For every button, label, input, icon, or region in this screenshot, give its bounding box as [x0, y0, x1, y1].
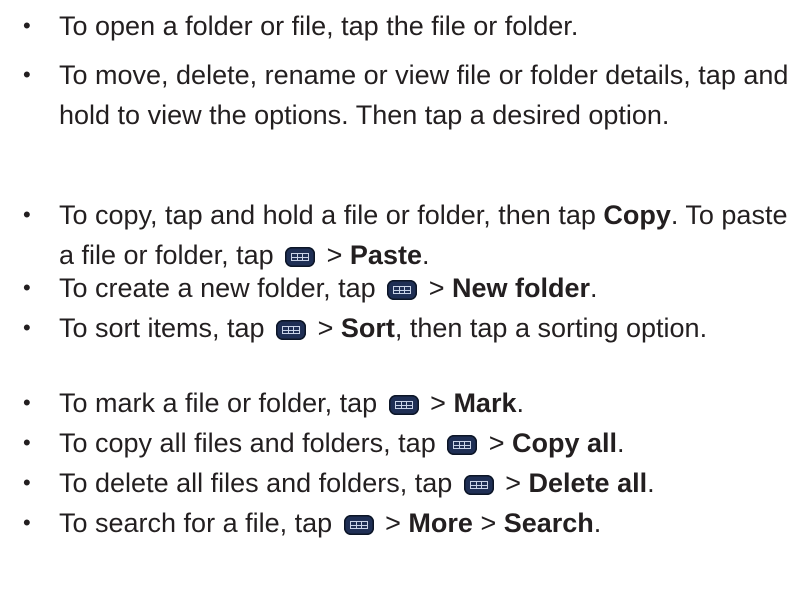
menu-option-label: Copy: [603, 200, 671, 230]
bullet: •: [23, 510, 31, 535]
list-item: • To search for a file, tap > More > Sear…: [0, 503, 792, 543]
text-segment: >: [497, 468, 529, 498]
menu-icon: [343, 515, 374, 535]
text-segment: , then tap a sorting option.: [394, 313, 708, 343]
menu-option-label: Mark: [453, 388, 517, 418]
menu-option-label: Paste: [349, 240, 422, 270]
text-segment: To mark a file or folder, tap: [59, 388, 385, 418]
text-segment: To open a folder or file, tap the file o…: [59, 11, 579, 41]
list-item-text: To search for a file, tap > More > Searc…: [59, 508, 601, 538]
text-segment: To delete all files and folders, tap: [59, 468, 460, 498]
bullet: •: [23, 62, 31, 87]
menu-option-label: More: [408, 508, 473, 538]
bullet: •: [23, 470, 31, 495]
text-segment: .: [516, 388, 524, 418]
list-item-text: To sort items, tap > Sort, then tap a so…: [59, 313, 707, 343]
list-item: • To mark a file or folder, tap > Mark.: [0, 383, 792, 423]
menu-icon: [388, 395, 419, 415]
menu-icon: [387, 280, 418, 300]
menu-option-label: Copy all: [512, 428, 618, 458]
bullet: •: [23, 430, 31, 455]
bullet: •: [23, 390, 31, 415]
menu-icon: [463, 475, 494, 495]
text-segment: To sort items, tap: [59, 313, 273, 343]
list-item: • To copy all files and folders, tap > Co…: [0, 423, 792, 463]
list-item-text: To copy, tap and hold a file or folder, …: [59, 200, 787, 270]
text-segment: >: [472, 508, 504, 538]
menu-icon: [285, 247, 316, 267]
menu-option-label: Search: [503, 508, 594, 538]
menu-icon: [276, 320, 307, 340]
list-item: • To delete all files and folders, tap > …: [0, 463, 792, 503]
text-segment: >: [377, 508, 409, 538]
bullet: •: [23, 315, 31, 340]
text-segment: .: [590, 273, 598, 303]
bullet: •: [23, 13, 31, 38]
bullet: •: [23, 275, 31, 300]
text-segment: To search for a file, tap: [59, 508, 340, 538]
text-segment: To move, delete, rename or view file or …: [59, 60, 789, 130]
text-segment: .: [647, 468, 655, 498]
text-segment: To copy, tap and hold a file or folder, …: [59, 200, 604, 230]
list-item: • To copy, tap and hold a file or folder,…: [0, 195, 792, 275]
list-item: • To move, delete, rename or view file or…: [0, 55, 792, 135]
text-segment: >: [422, 388, 454, 418]
list-item-text: To open a folder or file, tap the file o…: [59, 11, 578, 41]
text-segment: .: [593, 508, 602, 538]
list-item: • To create a new folder, tap > New folde…: [0, 268, 792, 308]
text-segment: >: [481, 428, 512, 458]
text-segment: >: [319, 240, 350, 270]
menu-option-label: New folder: [451, 273, 591, 303]
text-segment: .: [617, 428, 625, 458]
list-item-text: To delete all files and folders, tap > D…: [59, 468, 655, 498]
menu-option-label: Delete all: [528, 468, 648, 498]
list-item-text: To copy all files and folders, tap > Cop…: [59, 428, 625, 458]
list-item-text: To mark a file or folder, tap > Mark.: [59, 388, 524, 418]
menu-icon: [447, 435, 478, 455]
list-item-text: To create a new folder, tap > New folder…: [59, 273, 598, 303]
text-segment: >: [310, 313, 341, 343]
list-item: • To open a folder or file, tap the file …: [0, 6, 792, 46]
text-segment: To create a new folder, tap: [59, 273, 384, 303]
menu-option-label: Sort: [340, 313, 395, 343]
list-item: • To sort items, tap > Sort, then tap a s…: [0, 308, 792, 348]
text-segment: .: [421, 240, 430, 270]
text-segment: >: [421, 273, 452, 303]
list-item-text: To move, delete, rename or view file or …: [59, 60, 788, 130]
bullet: •: [23, 202, 31, 227]
text-segment: To copy all files and folders, tap: [59, 428, 444, 458]
